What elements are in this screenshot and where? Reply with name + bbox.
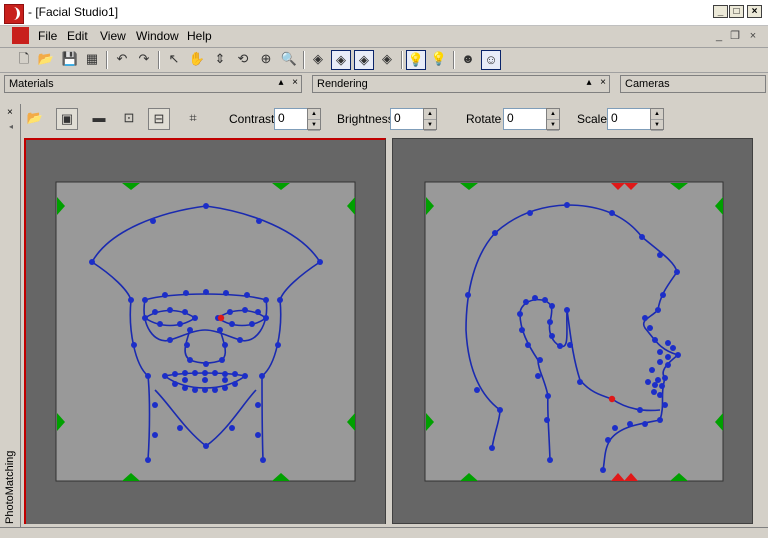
front-photo-frame	[55, 181, 356, 482]
control-point[interactable]	[317, 259, 323, 265]
control-point[interactable]	[145, 457, 151, 463]
control-point[interactable]	[202, 370, 208, 376]
orbit-icon[interactable]: ⊕	[256, 50, 276, 70]
rotate-icon[interactable]: ⟲	[233, 50, 253, 70]
control-point[interactable]	[222, 342, 228, 348]
pan-hand-icon[interactable]: ✋	[187, 50, 207, 70]
control-point[interactable]	[182, 309, 188, 315]
control-point[interactable]	[172, 371, 178, 377]
light-on-icon[interactable]: 💡	[406, 50, 426, 70]
control-point[interactable]	[222, 385, 228, 391]
control-point[interactable]	[142, 297, 148, 303]
control-point[interactable]	[203, 361, 209, 367]
control-point[interactable]	[89, 259, 95, 265]
control-point[interactable]	[182, 370, 188, 376]
control-point[interactable]	[244, 292, 250, 298]
control-point[interactable]	[263, 315, 269, 321]
save-all-icon[interactable]: ▦	[82, 50, 102, 70]
control-point[interactable]	[203, 203, 209, 209]
control-point[interactable]	[242, 307, 248, 313]
control-point[interactable]	[142, 315, 148, 321]
toolbar-separator	[303, 51, 305, 69]
control-point[interactable]	[162, 373, 168, 379]
control-point[interactable]	[217, 327, 223, 333]
control-point[interactable]	[192, 387, 198, 393]
control-point[interactable]	[150, 218, 156, 224]
front-selected-point[interactable]	[217, 314, 225, 322]
light-off-icon[interactable]: 💡	[429, 50, 449, 70]
undo-icon[interactable]: ↶	[112, 50, 132, 70]
control-point[interactable]	[222, 377, 228, 383]
view-side-icon[interactable]: ◈	[331, 50, 351, 70]
control-point[interactable]	[172, 381, 178, 387]
toolbar-separator	[106, 51, 108, 69]
control-point[interactable]	[167, 337, 173, 343]
redo-icon[interactable]: ↷	[134, 50, 154, 70]
control-point[interactable]	[152, 432, 158, 438]
head-toggle-icon[interactable]: ☺	[481, 50, 501, 70]
control-point[interactable]	[275, 342, 281, 348]
control-point[interactable]	[237, 337, 243, 343]
control-point[interactable]	[232, 371, 238, 377]
new-icon[interactable]: 🗋	[14, 50, 34, 70]
control-point[interactable]	[249, 321, 255, 327]
control-point[interactable]	[256, 218, 262, 224]
view-both-icon[interactable]: ◈	[354, 50, 374, 70]
control-point[interactable]	[263, 297, 269, 303]
control-point[interactable]	[202, 387, 208, 393]
control-point[interactable]	[152, 309, 158, 315]
control-point[interactable]	[145, 373, 151, 379]
zoom-icon[interactable]: 🔍	[279, 50, 299, 70]
save-icon[interactable]: 💾	[60, 50, 80, 70]
control-point[interactable]	[212, 370, 218, 376]
select-icon[interactable]: ↖	[164, 50, 184, 70]
control-point[interactable]	[222, 371, 228, 377]
move-vertical-icon[interactable]: ⇕	[210, 50, 230, 70]
toolbar-separator	[158, 51, 160, 69]
control-point[interactable]	[255, 402, 261, 408]
control-point[interactable]	[177, 425, 183, 431]
control-point[interactable]	[203, 443, 209, 449]
control-point[interactable]	[259, 373, 265, 379]
control-point[interactable]	[192, 315, 198, 321]
control-point[interactable]	[212, 387, 218, 393]
status-bar	[0, 527, 768, 538]
control-point[interactable]	[152, 402, 158, 408]
control-point[interactable]	[182, 385, 188, 391]
control-point[interactable]	[203, 289, 209, 295]
control-point[interactable]	[219, 357, 225, 363]
control-point[interactable]	[131, 342, 137, 348]
control-point[interactable]	[157, 321, 163, 327]
control-point[interactable]	[202, 377, 208, 383]
control-point[interactable]	[184, 342, 190, 348]
control-point[interactable]	[182, 377, 188, 383]
control-point[interactable]	[255, 309, 261, 315]
control-point[interactable]	[277, 297, 283, 303]
control-point[interactable]	[177, 321, 183, 327]
control-point[interactable]	[187, 357, 193, 363]
view-front-icon[interactable]: ◈	[308, 50, 328, 70]
control-point[interactable]	[128, 297, 134, 303]
control-point[interactable]	[183, 290, 189, 296]
front-face-template[interactable]	[0, 0, 768, 537]
control-point[interactable]	[229, 425, 235, 431]
open-icon[interactable]: 📂	[36, 50, 56, 70]
control-point[interactable]	[229, 321, 235, 327]
head-icon[interactable]: ☻	[458, 50, 478, 70]
toolbar-separator	[401, 51, 403, 69]
control-point[interactable]	[192, 370, 198, 376]
control-point[interactable]	[260, 457, 266, 463]
toolbar-separator	[453, 51, 455, 69]
control-point[interactable]	[162, 292, 168, 298]
control-point[interactable]	[232, 381, 238, 387]
view-quad-icon[interactable]: ◈	[377, 50, 397, 70]
control-point[interactable]	[187, 327, 193, 333]
control-point[interactable]	[227, 309, 233, 315]
control-point[interactable]	[223, 290, 229, 296]
control-point[interactable]	[167, 307, 173, 313]
control-point[interactable]	[242, 373, 248, 379]
control-point[interactable]	[255, 432, 261, 438]
